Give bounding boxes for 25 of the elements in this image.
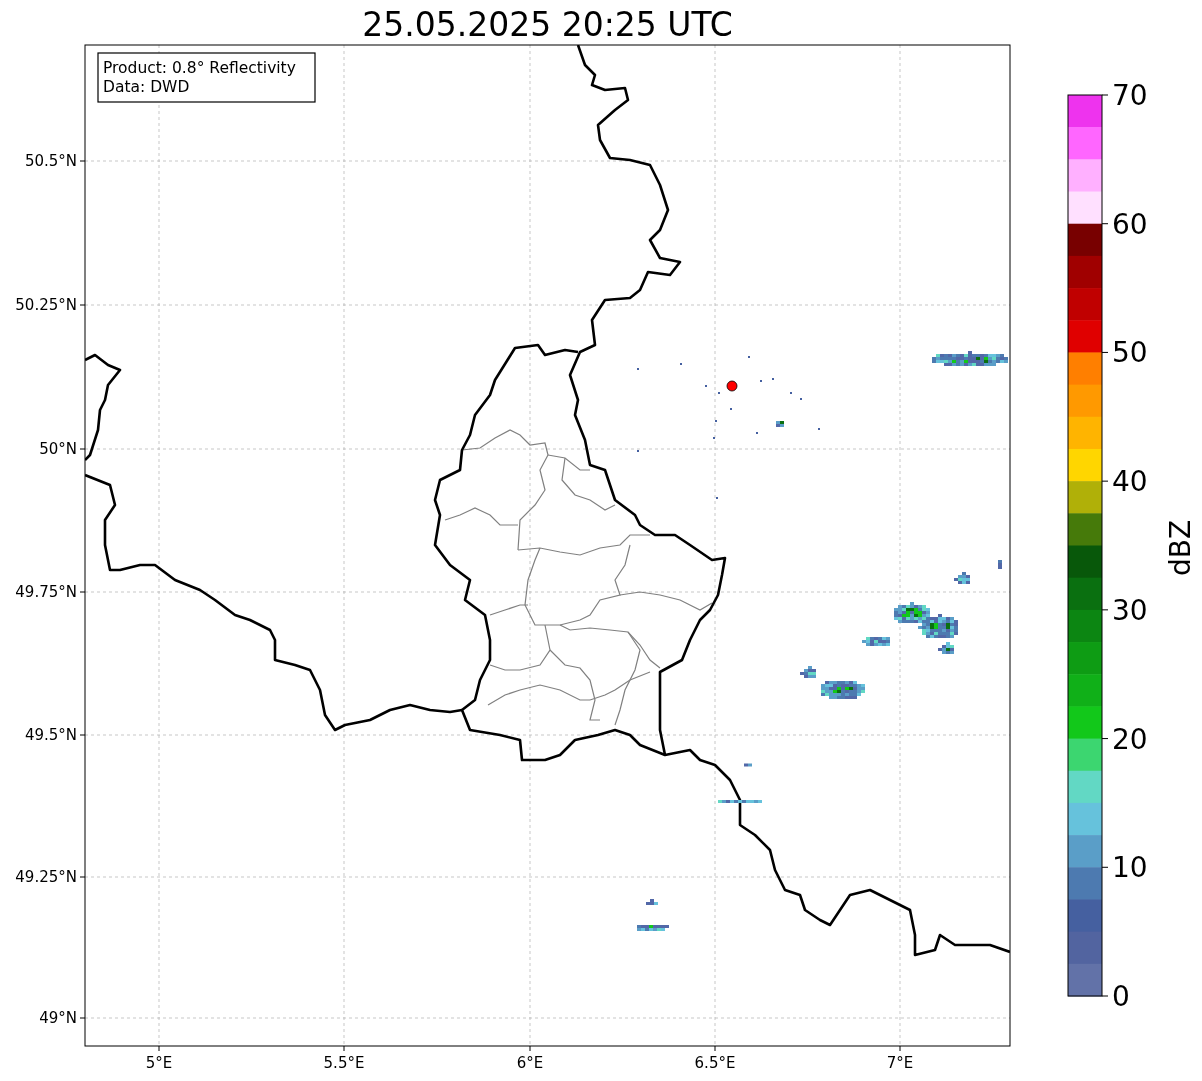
x-tick-label: 5.5°E [323,1054,365,1072]
y-tick-label: 49.25°N [15,868,77,886]
x-tick-label: 6°E [516,1054,544,1072]
y-tick-label: 50.5°N [24,152,77,170]
colorbar-tick-label: 40 [1112,465,1148,499]
y-tick-label: 49°N [39,1009,77,1027]
colorbar-label: dBZ [1164,519,1197,577]
info-text: Data: DWD [103,78,190,96]
colorbar-tick-label: 20 [1112,722,1148,756]
x-tick-label: 5°E [145,1054,173,1072]
info-text: Product: 0.8° Reflectivity [103,59,296,77]
colorbar-tick-label: 60 [1112,207,1148,241]
colorbar-tick-label: 70 [1112,79,1148,112]
colorbar-tick-label: 50 [1112,336,1148,370]
radar-site-marker [726,380,738,392]
y-tick-label: 49.5°N [24,726,77,744]
colorbar-tick-label: 0 [1112,980,1130,1013]
colorbar-tick-label: 30 [1112,593,1148,627]
plot-title: 25.05.2025 20:25 UTC [362,5,733,44]
colorbar-tick-label: 10 [1112,851,1148,885]
x-tick-label: 7°E [886,1054,914,1072]
y-tick-label: 49.75°N [15,583,77,601]
y-tick-label: 50.25°N [15,296,77,314]
x-tick-label: 6.5°E [694,1054,736,1072]
y-tick-label: 50°N [39,440,77,458]
